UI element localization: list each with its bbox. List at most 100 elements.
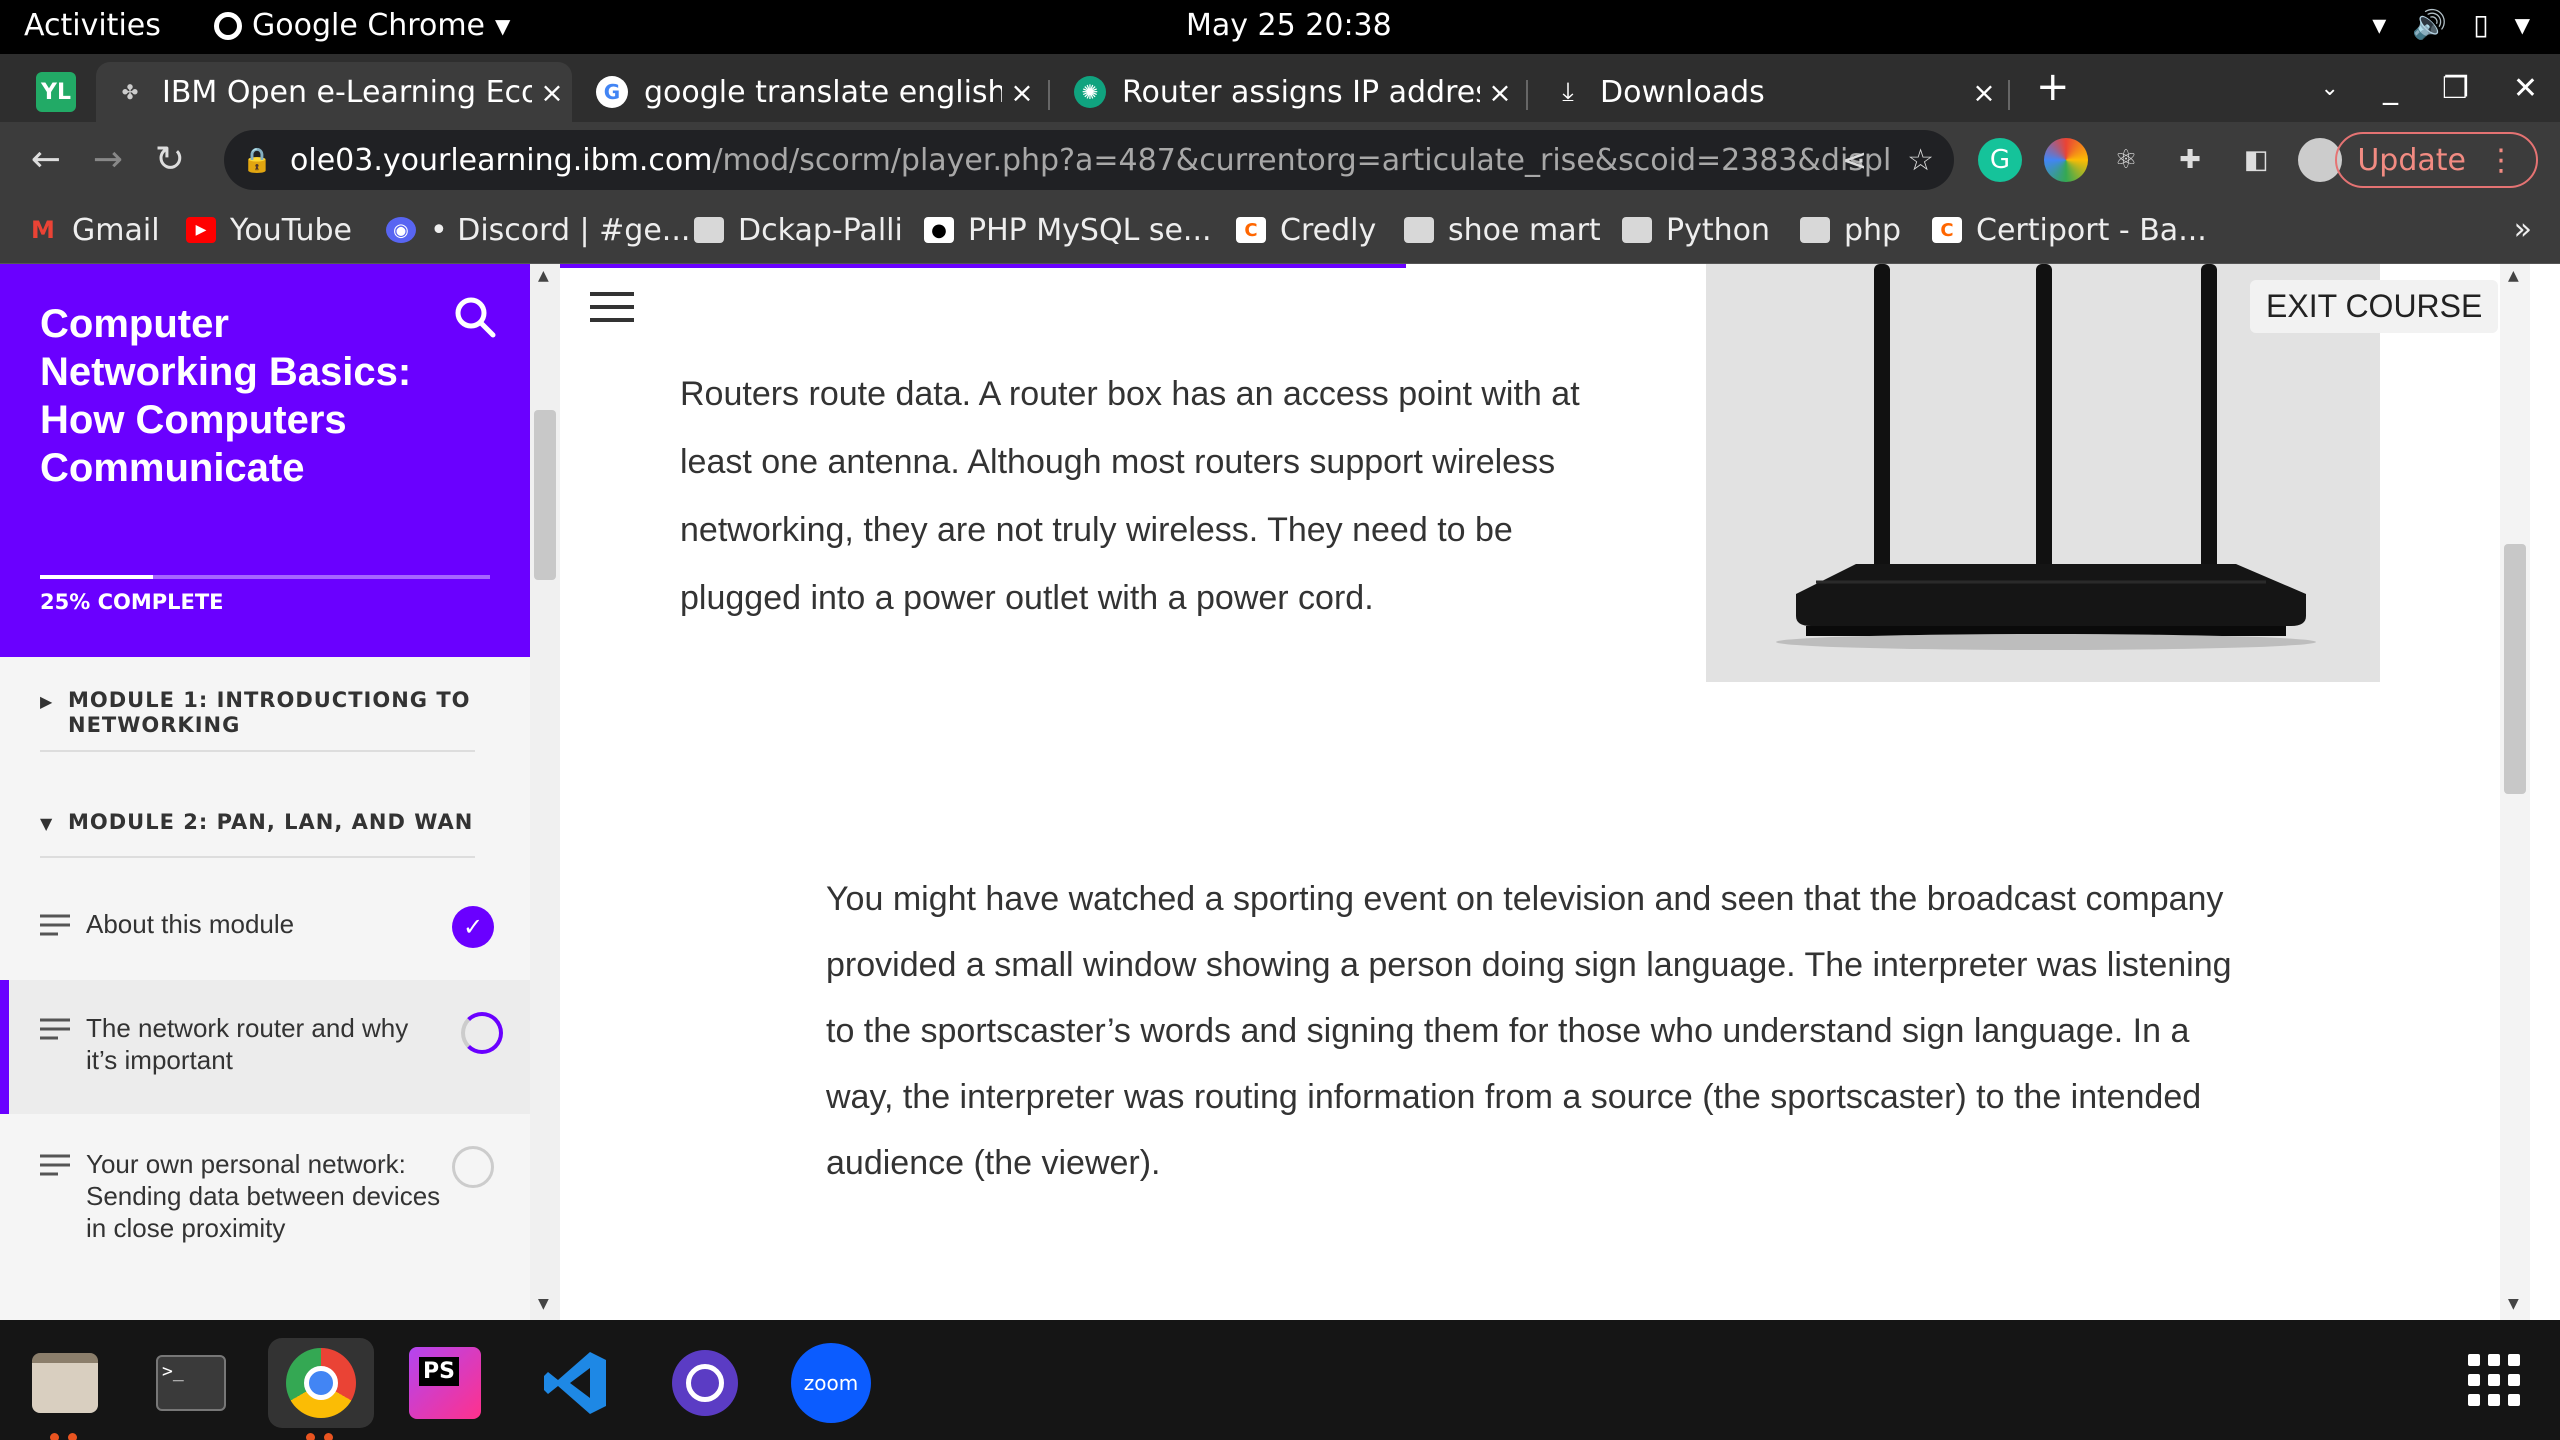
bookmark-gmail[interactable]: M Gmail — [28, 208, 159, 252]
content-scrollbar[interactable]: ▲ ▼ — [2500, 264, 2530, 1320]
maximize-icon[interactable]: ❐ — [2442, 71, 2469, 106]
course-progress-fill — [40, 575, 153, 579]
scroll-up-icon[interactable]: ▲ — [2508, 268, 2519, 284]
url-host: ole03.yourlearning.ibm.com — [290, 142, 713, 178]
scroll-down-icon[interactable]: ▼ — [538, 1296, 549, 1312]
bookmark-dckap-palli[interactable]: Dckap-Palli — [694, 208, 903, 252]
lesson-content: Routers route data. A router box has an … — [560, 264, 2530, 1320]
lesson-paragraph-1: Routers route data. A router box has an … — [680, 375, 1580, 617]
activities-button[interactable]: Activities — [24, 8, 161, 43]
vscode-app-icon[interactable] — [530, 1338, 620, 1428]
tab-google-translate[interactable]: G google translate english t × — [578, 62, 1042, 122]
color-picker-icon[interactable] — [2044, 138, 2088, 182]
lock-icon: 🔒 — [242, 146, 272, 174]
app-menu[interactable]: Google Chrome ▼ — [214, 8, 510, 43]
search-icon[interactable] — [452, 294, 498, 340]
chatgpt-favicon-icon: ✺ — [1074, 76, 1106, 108]
close-window-icon[interactable]: ✕ — [2513, 71, 2538, 106]
lesson-lines-icon — [40, 914, 70, 936]
hamburger-menu-icon[interactable] — [590, 292, 634, 328]
extensions-icon[interactable]: ✚ — [2168, 138, 2212, 182]
bookmark-php[interactable]: php — [1800, 208, 1901, 252]
lesson-personal-network[interactable]: Your own personal network: Sending data … — [0, 1146, 530, 1278]
scroll-down-icon[interactable]: ▼ — [2508, 1296, 2519, 1312]
module-1-toggle[interactable]: ▶ MODULE 1: INTRODUCTIONG TO NETWORKING — [40, 688, 475, 738]
tab-label: IBM Open e-Learning Ecos — [162, 74, 532, 110]
side-panel-icon[interactable]: ◧ — [2234, 138, 2278, 182]
sidebar-scroll-thumb[interactable] — [534, 410, 556, 580]
grammarly-icon[interactable]: G — [1978, 138, 2022, 182]
download-icon: ⤓ — [1562, 76, 1574, 107]
folder-icon — [694, 217, 724, 243]
phpstorm-app-icon[interactable]: PS — [400, 1338, 490, 1428]
back-icon[interactable]: ← — [22, 136, 70, 184]
lesson-progress-line — [560, 264, 1406, 268]
scroll-up-icon[interactable]: ▲ — [538, 268, 549, 284]
module-2-toggle[interactable]: ▼ MODULE 2: PAN, LAN, AND WAN — [40, 810, 475, 836]
bookmark-php-mysql[interactable]: ● PHP MySQL se... — [924, 208, 1212, 252]
content-scroll-thumb[interactable] — [2504, 544, 2526, 794]
tab-search-icon[interactable]: ⌄ — [2321, 76, 2339, 101]
update-button[interactable]: Update ⋮ — [2335, 132, 2538, 188]
tab-label: Downloads — [1600, 74, 1765, 110]
sidebar-header: Computer Networking Basics: How Computer… — [0, 264, 530, 657]
bookmark-python[interactable]: Python — [1622, 208, 1770, 252]
bitwarden-app-icon[interactable] — [660, 1338, 750, 1428]
show-apps-grid-icon[interactable] — [2468, 1354, 2520, 1406]
bookmarks-overflow-button[interactable]: » — [2514, 212, 2532, 247]
tab-chatgpt[interactable]: ✺ Router assigns IP address × — [1056, 62, 1520, 122]
folder-icon — [1800, 217, 1830, 243]
exit-course-button[interactable]: EXIT COURSE — [2250, 280, 2499, 333]
module-label: MODULE 2: PAN, LAN, AND WAN — [68, 810, 474, 834]
bookmark-credly[interactable]: C Credly — [1236, 208, 1376, 252]
caret-right-icon: ▶ — [40, 692, 54, 711]
tab-downloads[interactable]: ⤓ Downloads × — [1534, 62, 2004, 122]
credly-icon: C — [1932, 217, 1962, 243]
browser-toolbar: ← → ↻ 🔒 ole03.yourlearning.ibm.com /mod/… — [0, 122, 2560, 198]
course-sidebar: Computer Networking Basics: How Computer… — [0, 264, 530, 1320]
system-tray[interactable]: ▾ 🔊 ▯ ▼ — [2372, 8, 2530, 41]
react-devtools-icon[interactable]: ⚛ — [2104, 138, 2148, 182]
lesson-network-router[interactable]: The network router and why it’s importan… — [0, 980, 530, 1114]
close-icon[interactable]: × — [1002, 76, 1042, 109]
tab-strip: YL ✤ IBM Open e-Learning Ecos × G google… — [0, 54, 2560, 122]
sidebar-scrollbar[interactable]: ▲ ▼ — [530, 264, 560, 1320]
bookmark-discord[interactable]: ◉ • Discord | #ge... — [386, 208, 690, 252]
bookmark-shoe-mart[interactable]: shoe mart — [1404, 208, 1601, 252]
lesson-lines-icon — [40, 1154, 70, 1176]
lesson-label: Your own personal network: Sending data … — [86, 1149, 441, 1243]
terminal-app-icon[interactable]: >_ — [146, 1338, 236, 1428]
tab-label: Router assigns IP address — [1122, 74, 1480, 110]
bookmark-certiport[interactable]: C Certiport - Ba... — [1932, 208, 2207, 252]
empty-circle-icon — [452, 1146, 494, 1188]
discord-icon: ◉ — [386, 217, 416, 243]
close-icon[interactable]: × — [1964, 76, 2004, 109]
credly-icon: C — [1236, 217, 1266, 243]
share-icon[interactable]: ⋖ — [1842, 143, 1867, 178]
forward-icon[interactable]: → — [84, 136, 132, 184]
clock[interactable]: May 25 20:38 — [1186, 8, 1392, 43]
course-progress-text: 25% COMPLETE — [40, 590, 224, 614]
address-bar[interactable]: 🔒 ole03.yourlearning.ibm.com /mod/scorm/… — [224, 130, 1954, 190]
reload-icon[interactable]: ↻ — [146, 136, 194, 184]
tab-ibm-elearning[interactable]: ✤ IBM Open e-Learning Ecos × — [96, 62, 572, 122]
bookmark-youtube[interactable]: ▶ YouTube — [186, 208, 352, 252]
chrome-app-icon[interactable] — [268, 1338, 374, 1440]
gmail-icon: M — [31, 216, 55, 244]
lesson-about-module[interactable]: About this module ✓ — [0, 906, 530, 978]
close-icon[interactable]: × — [1480, 76, 1520, 109]
close-icon[interactable]: × — [532, 76, 572, 109]
files-app-icon[interactable] — [20, 1338, 110, 1440]
lesson-label: About this module — [86, 909, 295, 939]
minimize-icon[interactable]: _ — [2383, 71, 2398, 106]
app-menu-label: Google Chrome — [252, 8, 485, 43]
zoom-app-icon[interactable]: zoom — [786, 1338, 876, 1428]
lesson-paragraph-2: You might have watched a sporting event … — [826, 880, 2232, 1182]
bookmark-star-icon[interactable]: ☆ — [1907, 143, 1934, 178]
progress-ring-icon — [461, 1012, 503, 1054]
pinned-tab-icon[interactable]: YL — [36, 72, 76, 112]
new-tab-button[interactable]: + — [2036, 64, 2070, 110]
medium-icon: ● — [924, 217, 954, 243]
folder-icon — [1622, 217, 1652, 243]
battery-icon: ▯ — [2473, 8, 2489, 41]
